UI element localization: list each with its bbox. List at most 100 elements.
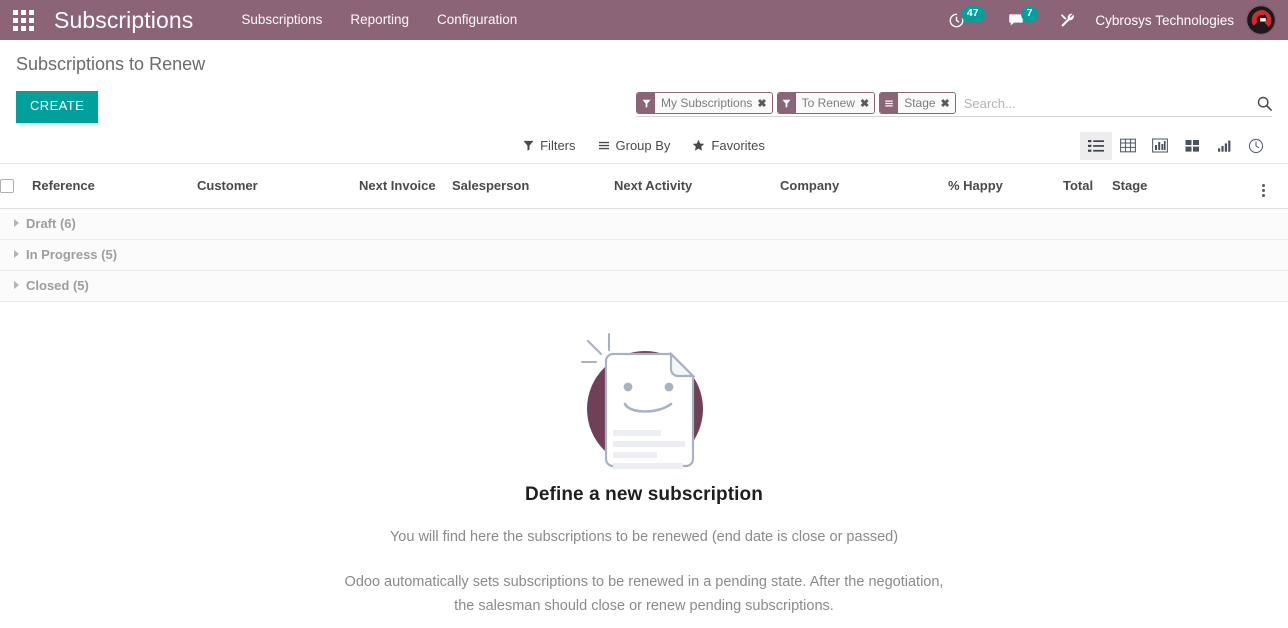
empty-state-paragraph-1: You will find here the subscriptions to … <box>389 528 899 545</box>
column-reference[interactable]: Reference <box>32 163 197 209</box>
clock-view-icon <box>1248 138 1264 154</box>
facet-remove-icon[interactable]: ✖ <box>860 97 869 110</box>
optional-columns-cell <box>1262 163 1288 209</box>
subscriptions-table: Reference Customer Next Invoice Salesper… <box>0 163 1288 302</box>
group-cell[interactable]: Draft (6) <box>0 208 1288 240</box>
group-cell[interactable]: In Progress (5) <box>0 239 1288 271</box>
view-button-dashboard[interactable] <box>1240 132 1272 160</box>
kanban-view-icon <box>1185 139 1199 152</box>
view-button-pivot[interactable] <box>1112 132 1144 160</box>
search-icon[interactable] <box>1249 96 1272 111</box>
group-bars-icon <box>880 93 899 113</box>
empty-state-title: Define a new subscription <box>525 483 763 505</box>
column-customer[interactable]: Customer <box>197 163 359 209</box>
search-input[interactable] <box>959 93 1249 113</box>
list-view: Reference Customer Next Invoice Salesper… <box>0 163 1288 302</box>
debug-menu[interactable] <box>1049 0 1087 40</box>
user-avatar-logo-icon <box>1246 5 1276 35</box>
star-icon <box>693 140 705 152</box>
page-fold-corner <box>669 351 696 377</box>
groupby-dropdown[interactable]: Group By <box>598 138 671 154</box>
text-line-2 <box>612 440 685 447</box>
facet-remove-icon[interactable]: ✖ <box>757 97 766 110</box>
search-dropdown-toggles: Filters Group By Favorites <box>523 138 765 153</box>
activities-menu[interactable]: 47 <box>937 0 996 40</box>
bar-chart-view-icon <box>1152 138 1168 153</box>
table-body: Draft (6) In Progress (5) Closed (5) <box>0 208 1288 302</box>
create-button[interactable]: CREATE <box>16 91 99 123</box>
view-button-cohort[interactable] <box>1208 132 1240 160</box>
filters-dropdown[interactable]: Filters <box>523 138 576 154</box>
empty-state: Define a new subscription You will find … <box>0 302 1288 628</box>
view-button-kanban[interactable] <box>1176 132 1208 160</box>
filters-label: Filters <box>540 138 576 154</box>
empty-state-illustration-wrap <box>0 324 1288 474</box>
ascending-bars-icon <box>1217 140 1230 152</box>
pivot-view-icon <box>1120 139 1136 153</box>
app-brand-title[interactable]: Subscriptions <box>54 7 193 34</box>
menu-subscriptions[interactable]: Subscriptions <box>227 0 336 40</box>
facet-label: Stage ✖ <box>898 93 955 113</box>
table-header-row: Reference Customer Next Invoice Salesper… <box>0 163 1288 209</box>
filter-funnel-icon <box>523 141 534 152</box>
group-cell[interactable]: Closed (5) <box>0 270 1288 302</box>
filter-funnel-icon <box>637 93 655 113</box>
select-all-cell <box>0 163 32 209</box>
breadcrumb[interactable]: Subscriptions to Renew <box>16 50 205 78</box>
control-panel: Subscriptions to Renew CREATE My Subscri… <box>0 40 1288 164</box>
column-total[interactable]: Total <box>1063 163 1112 209</box>
facet-text: My Subscriptions <box>661 96 753 110</box>
groupby-label: Group By <box>615 138 671 154</box>
vertical-dots-icon[interactable] <box>1262 183 1265 197</box>
systray: 47 7 Cybrosys Technologies <box>937 0 1288 40</box>
eye-right <box>664 382 673 392</box>
group-row-closed[interactable]: Closed (5) <box>0 270 1288 302</box>
facet-text: To Renew <box>801 96 855 110</box>
facet-remove-icon[interactable]: ✖ <box>941 97 950 110</box>
column-percent-happy[interactable]: % Happy <box>948 163 1063 209</box>
facet-text: Stage <box>904 96 936 110</box>
smiling-document-illustration <box>580 332 703 469</box>
text-line-3 <box>612 451 657 458</box>
chevron-right-icon <box>14 280 19 289</box>
search-view: My Subscriptions ✖ To Renew ✖ Stage ✖ Se… <box>636 92 1272 117</box>
avatar[interactable] <box>1246 5 1276 35</box>
column-next-activity[interactable]: Next Activity <box>614 163 780 209</box>
facet-label: My Subscriptions ✖ <box>655 93 772 113</box>
menu-reporting[interactable]: Reporting <box>336 0 423 40</box>
select-all-checkbox[interactable] <box>0 178 14 193</box>
facet-my-subscriptions[interactable]: My Subscriptions ✖ <box>636 92 773 114</box>
group-row-draft[interactable]: Draft (6) <box>0 208 1288 240</box>
text-line-4 <box>612 462 683 469</box>
filter-funnel-icon <box>777 93 796 113</box>
messages-count-badge: 7 <box>1020 5 1039 23</box>
apps-menu-button[interactable] <box>0 0 46 40</box>
view-button-graph[interactable] <box>1144 132 1176 160</box>
sparkle-icon <box>580 332 610 363</box>
list-view-icon <box>1088 139 1104 152</box>
column-company[interactable]: Company <box>780 163 948 209</box>
favorites-dropdown[interactable]: Favorites <box>692 138 765 154</box>
column-next-invoice[interactable]: Next Invoice <box>359 163 452 209</box>
group-label: Draft (6) <box>26 215 76 231</box>
company-switcher[interactable]: Cybrosys Technologies <box>1087 13 1246 28</box>
facet-stage[interactable]: Stage ✖ <box>879 92 956 114</box>
group-bars-icon <box>598 142 609 150</box>
group-label: Closed (5) <box>26 277 89 293</box>
group-row-in-progress[interactable]: In Progress (5) <box>0 239 1288 271</box>
view-button-list[interactable] <box>1080 131 1112 160</box>
column-stage[interactable]: Stage <box>1112 163 1262 209</box>
group-label: In Progress (5) <box>26 246 118 262</box>
eye-left <box>623 382 632 392</box>
chevron-right-icon <box>14 218 19 227</box>
apps-grid-icon <box>12 9 34 31</box>
text-line-1 <box>612 429 661 436</box>
facet-label: To Renew ✖ <box>795 93 875 113</box>
empty-state-paragraph-2: Odoo automatically sets subscriptions to… <box>344 574 944 614</box>
activities-count-badge: 47 <box>960 5 985 23</box>
favorites-label: Favorites <box>711 138 765 154</box>
menu-configuration[interactable]: Configuration <box>423 0 531 40</box>
column-salesperson[interactable]: Salesperson <box>452 163 614 209</box>
facet-to-renew[interactable]: To Renew ✖ <box>776 92 876 114</box>
messages-menu[interactable]: 7 <box>996 0 1050 40</box>
